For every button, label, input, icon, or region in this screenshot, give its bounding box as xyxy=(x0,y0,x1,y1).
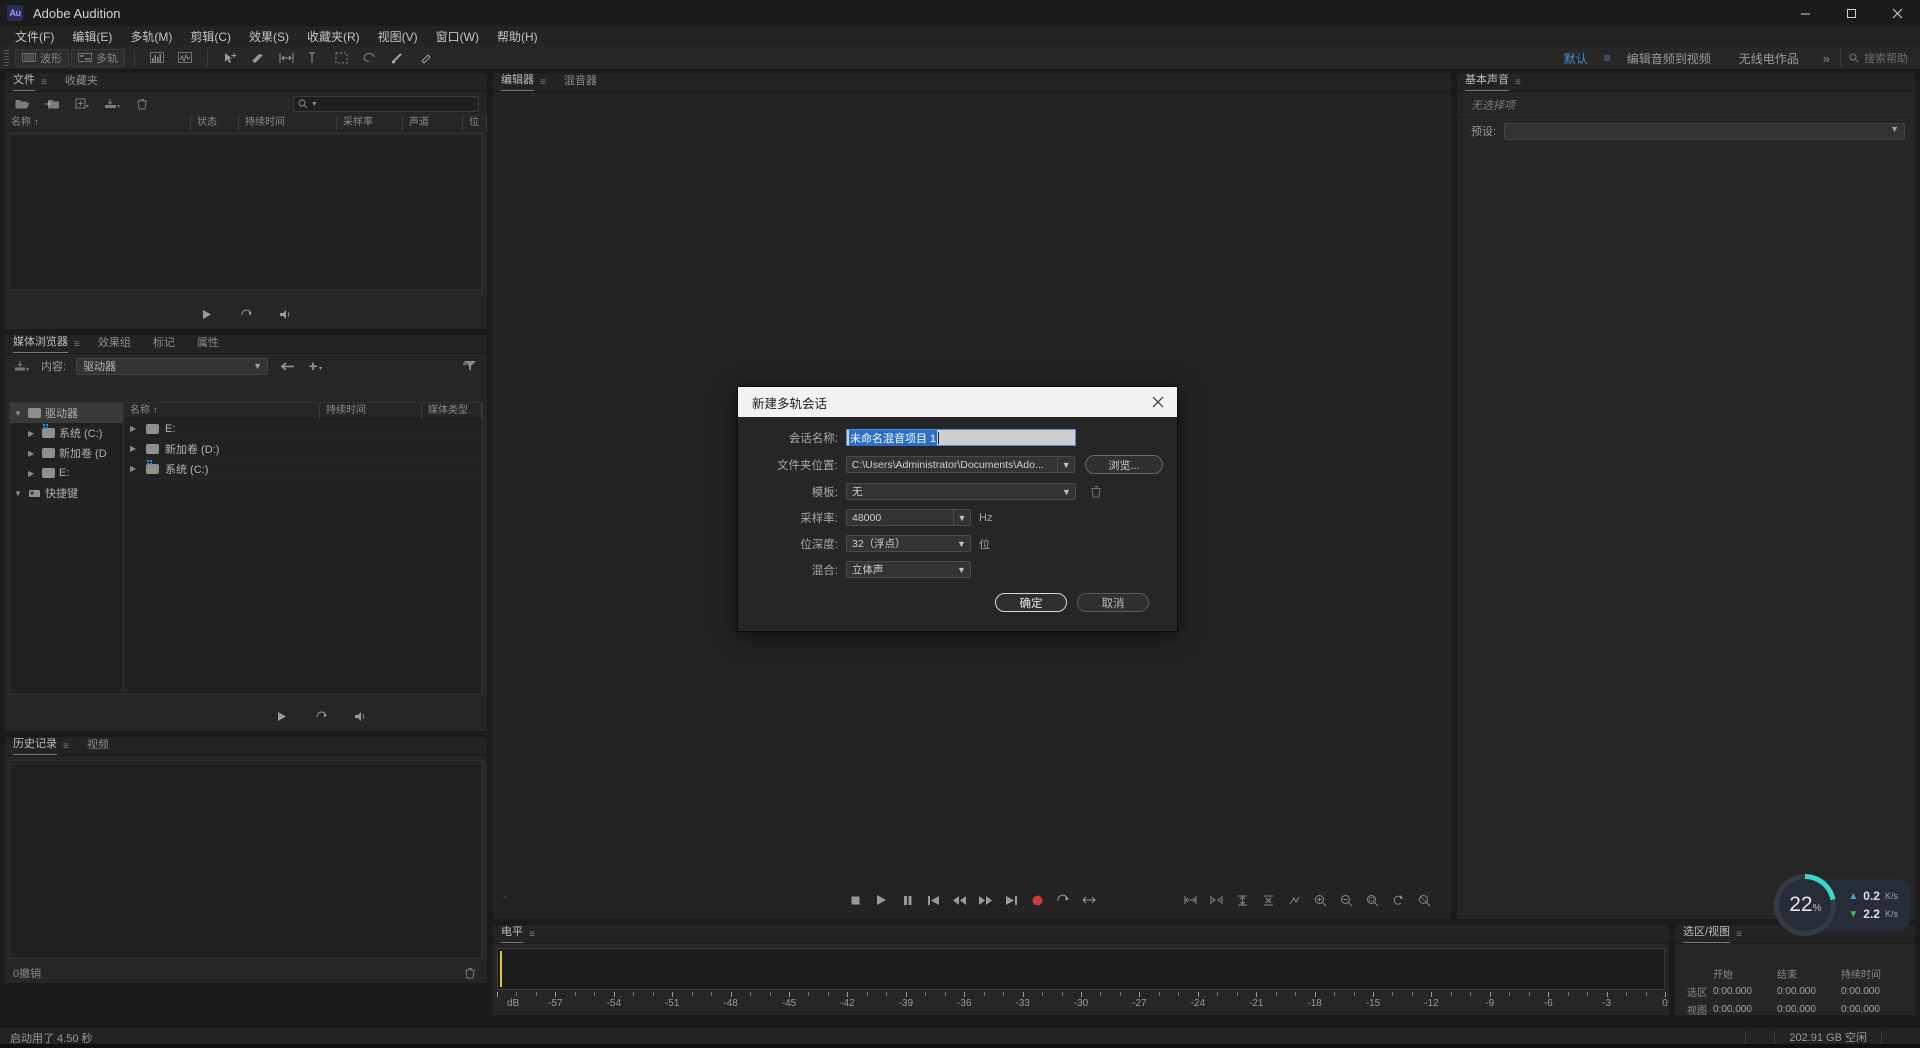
mix-value: 立体声 xyxy=(852,562,884,577)
cancel-button[interactable]: 取消 xyxy=(1077,593,1149,612)
chevron-down-icon[interactable]: ▼ xyxy=(953,536,970,551)
sample-rate-unit: Hz xyxy=(979,512,992,524)
chevron-down-icon[interactable]: ▼ xyxy=(953,510,970,525)
mix-label: 混合: xyxy=(738,562,846,578)
template-label: 模板: xyxy=(738,484,846,500)
bit-depth-label: 位深度: xyxy=(738,536,846,552)
ok-button[interactable]: 确定 xyxy=(995,593,1067,612)
close-icon[interactable] xyxy=(1145,389,1171,415)
cpu-usage-ring: 22% xyxy=(1774,874,1836,936)
sample-rate-value: 48000 xyxy=(852,512,881,524)
bit-depth-row: 位深度: 32（浮点） ▼ 位 xyxy=(738,535,1163,552)
cpu-usage-unit: % xyxy=(1813,903,1822,914)
session-name-label: 会话名称: xyxy=(738,430,846,446)
folder-location-label: 文件夹位置: xyxy=(738,457,846,473)
chevron-down-icon[interactable]: ▼ xyxy=(1057,457,1074,472)
sample-rate-row: 采样率: 48000 ▼ Hz xyxy=(738,509,1163,526)
folder-location-value: C:\Users\Administrator\Documents\Ado... xyxy=(852,459,1044,471)
cpu-usage-text: 22% xyxy=(1789,893,1821,917)
dialog-title-bar: 新建多轨会话 xyxy=(738,387,1177,417)
new-multitrack-session-dialog: 新建多轨会话 会话名称: 未命名混音项目 1 文件夹位置: C:\Users\A… xyxy=(737,386,1178,632)
folder-location-select[interactable]: C:\Users\Administrator\Documents\Ado... … xyxy=(846,456,1075,473)
sample-rate-label: 采样率: xyxy=(738,510,846,526)
template-value: 无 xyxy=(852,484,863,499)
mix-select[interactable]: 立体声 ▼ xyxy=(846,561,971,578)
dialog-footer: 确定 取消 xyxy=(738,587,1163,612)
sample-rate-select[interactable]: 48000 ▼ xyxy=(846,509,971,526)
bit-depth-value: 32（浮点） xyxy=(852,536,906,551)
dialog-overlay: 新建多轨会话 会话名称: 未命名混音项目 1 文件夹位置: C:\Users\A… xyxy=(0,0,1920,1048)
template-row: 模板: 无 ▼ xyxy=(738,483,1163,500)
browse-button[interactable]: 浏览... xyxy=(1085,455,1163,474)
chevron-down-icon[interactable]: ▼ xyxy=(1058,484,1075,499)
dialog-title: 新建多轨会话 xyxy=(752,393,1145,412)
mix-row: 混合: 立体声 ▼ xyxy=(738,561,1163,578)
template-select[interactable]: 无 ▼ xyxy=(846,483,1076,500)
session-name-value: 未命名混音项目 1 xyxy=(849,430,937,446)
chevron-down-icon[interactable]: ▼ xyxy=(953,562,970,577)
text-caret xyxy=(938,432,939,444)
session-name-row: 会话名称: 未命名混音项目 1 xyxy=(738,429,1163,446)
bit-depth-unit: 位 xyxy=(979,536,990,552)
bit-depth-select[interactable]: 32（浮点） ▼ xyxy=(846,535,971,552)
delete-template-icon[interactable] xyxy=(1088,483,1104,500)
folder-location-row: 文件夹位置: C:\Users\Administrator\Documents\… xyxy=(738,455,1163,474)
cpu-usage-value: 22 xyxy=(1789,893,1812,916)
session-name-input[interactable]: 未命名混音项目 1 xyxy=(846,429,1076,446)
dialog-body: 会话名称: 未命名混音项目 1 文件夹位置: C:\Users\Administ… xyxy=(738,417,1177,612)
